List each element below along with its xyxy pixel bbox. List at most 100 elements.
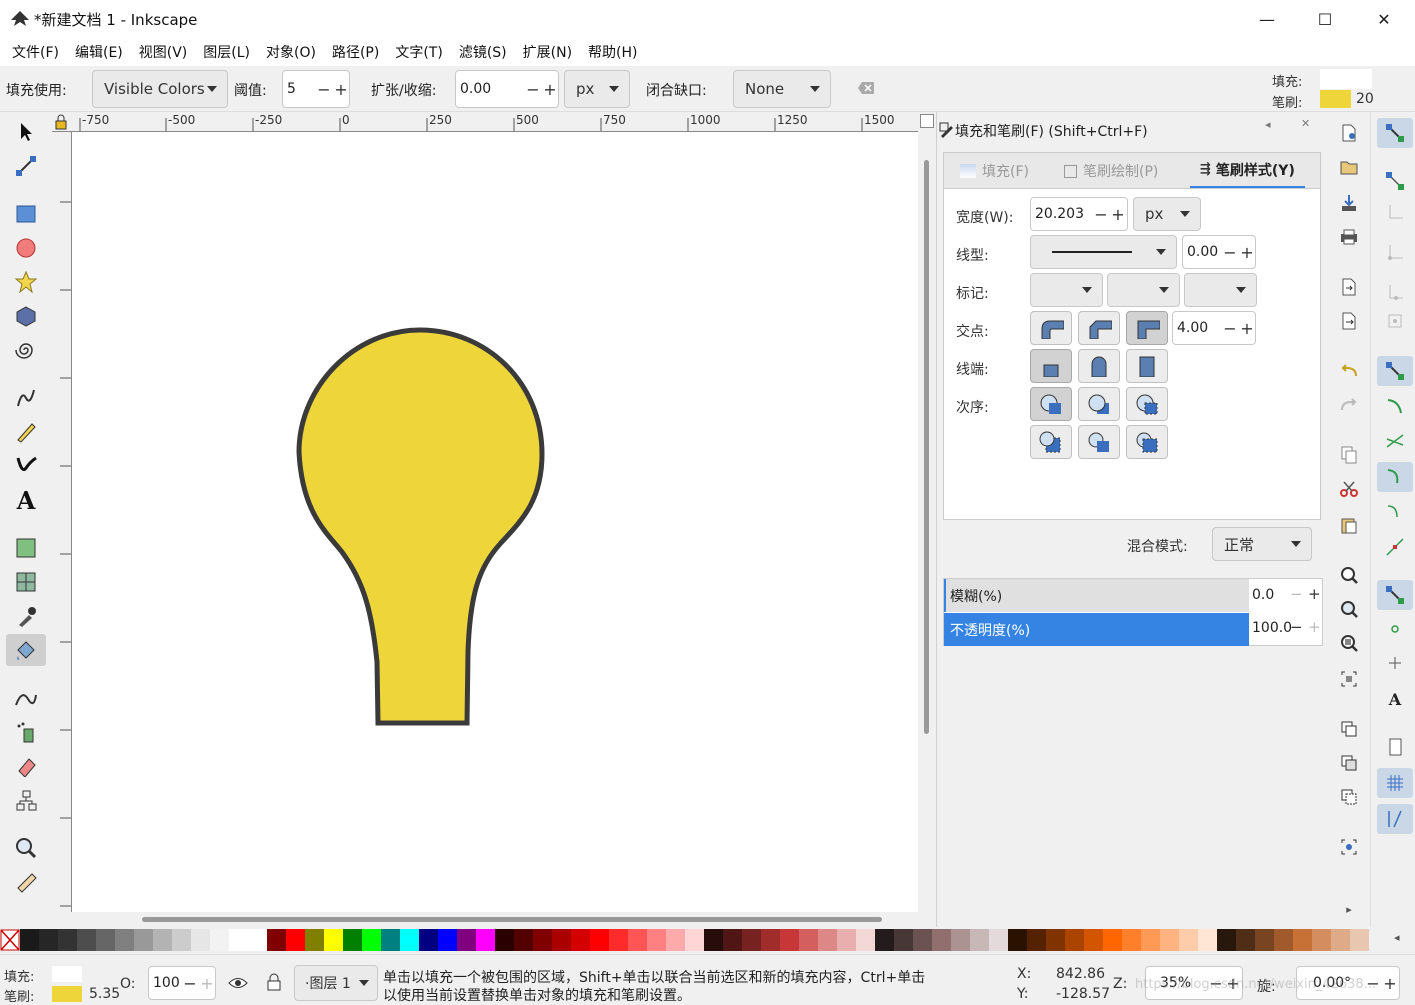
menu-path[interactable]: 路径(P) bbox=[324, 42, 387, 62]
palette-swatch[interactable] bbox=[647, 929, 666, 951]
miter-limit-spinner[interactable]: 4.00 − + bbox=[1172, 311, 1256, 345]
palette-swatch[interactable] bbox=[1084, 929, 1103, 951]
new-document-icon[interactable] bbox=[1338, 122, 1360, 144]
palette-swatch[interactable] bbox=[343, 929, 362, 951]
3d-box-tool-icon[interactable] bbox=[6, 300, 46, 332]
zoom-page-width-icon[interactable] bbox=[1338, 668, 1360, 690]
palette-swatch[interactable] bbox=[77, 929, 96, 951]
dialog-close-icon[interactable]: ✕ bbox=[1301, 117, 1310, 130]
pen-tool-icon[interactable] bbox=[6, 416, 46, 448]
palette-swatch[interactable] bbox=[989, 929, 1008, 951]
grow-spinner[interactable]: 0.00 − + bbox=[455, 70, 559, 108]
star-tool-icon[interactable] bbox=[6, 266, 46, 298]
open-folder-icon[interactable] bbox=[1338, 156, 1360, 178]
threshold-spinner[interactable]: 5 − + bbox=[282, 70, 350, 108]
snap-cusp-nodes-icon[interactable] bbox=[1377, 462, 1413, 492]
palette-swatch[interactable] bbox=[514, 929, 533, 951]
palette-swatch[interactable] bbox=[229, 929, 248, 951]
palette-swatch[interactable] bbox=[96, 929, 115, 951]
palette-swatch[interactable] bbox=[1046, 929, 1065, 951]
vertical-scrollbar[interactable] bbox=[918, 132, 936, 912]
palette-swatch[interactable] bbox=[1293, 929, 1312, 951]
start-marker-select[interactable] bbox=[1030, 273, 1103, 307]
palette-swatch[interactable] bbox=[856, 929, 875, 951]
eraser-tool-icon[interactable] bbox=[6, 750, 46, 782]
palette-swatch[interactable] bbox=[780, 929, 799, 951]
tweak-tool-icon[interactable] bbox=[6, 682, 46, 714]
undo-icon[interactable] bbox=[1338, 360, 1360, 382]
clone-icon[interactable] bbox=[1338, 752, 1360, 774]
measure-tool-icon[interactable] bbox=[6, 866, 46, 898]
palette-swatch[interactable] bbox=[172, 929, 191, 951]
palette-swatch[interactable] bbox=[1027, 929, 1046, 951]
palette-swatch[interactable] bbox=[153, 929, 172, 951]
palette-swatch[interactable] bbox=[1179, 929, 1198, 951]
horizontal-scroll-thumb[interactable] bbox=[142, 917, 882, 922]
palette-swatch[interactable] bbox=[628, 929, 647, 951]
palette-swatch[interactable] bbox=[704, 929, 723, 951]
ellipse-tool-icon[interactable] bbox=[6, 232, 46, 264]
bulb-drawing[interactable] bbox=[72, 132, 918, 912]
palette-swatch[interactable] bbox=[742, 929, 761, 951]
dialog-iconify-icon[interactable]: ◂ bbox=[1265, 118, 1271, 131]
palette-swatch[interactable] bbox=[58, 929, 77, 951]
palette-swatch[interactable] bbox=[1008, 929, 1027, 951]
cut-icon[interactable] bbox=[1338, 478, 1360, 500]
paint-order-1-button[interactable] bbox=[1030, 387, 1072, 421]
zoom-page-icon[interactable] bbox=[1338, 632, 1360, 654]
palette-swatch[interactable] bbox=[191, 929, 210, 951]
gradient-tool-icon[interactable] bbox=[6, 532, 46, 564]
menu-text[interactable]: 文字(T) bbox=[387, 42, 450, 62]
blend-mode-select[interactable]: 正常 bbox=[1212, 527, 1312, 561]
snap-bbox-center-icon[interactable] bbox=[1377, 306, 1413, 336]
vertical-scroll-thumb[interactable] bbox=[924, 160, 929, 734]
snap-line-midpoints-icon[interactable] bbox=[1377, 532, 1413, 562]
blur-slider[interactable]: 模糊(%) bbox=[944, 579, 1249, 612]
palette-swatch[interactable] bbox=[533, 929, 552, 951]
paint-order-5-button[interactable] bbox=[1078, 425, 1120, 459]
plus-icon[interactable]: + bbox=[199, 967, 215, 999]
join-miter-button[interactable] bbox=[1126, 311, 1168, 345]
status-fill-swatch[interactable] bbox=[52, 966, 82, 982]
palette-menu-icon[interactable]: ◂ bbox=[1394, 931, 1400, 944]
export-icon[interactable] bbox=[1338, 310, 1360, 332]
snap-object-midpoints-icon[interactable] bbox=[1377, 614, 1413, 644]
snap-bbox-midpoint-icon[interactable] bbox=[1377, 278, 1413, 308]
cap-round-button[interactable] bbox=[1078, 349, 1120, 383]
close-gaps-select[interactable]: None bbox=[733, 70, 831, 108]
text-tool-icon[interactable]: A bbox=[6, 484, 46, 516]
palette-swatch[interactable] bbox=[609, 929, 628, 951]
palette-swatch[interactable] bbox=[1236, 929, 1255, 951]
eye-icon[interactable] bbox=[228, 975, 248, 991]
menu-view[interactable]: 视图(V) bbox=[131, 42, 196, 62]
palette-swatch[interactable] bbox=[362, 929, 381, 951]
palette-swatch[interactable] bbox=[1065, 929, 1084, 951]
palette-swatch[interactable] bbox=[495, 929, 514, 951]
palette-swatch[interactable] bbox=[1331, 929, 1350, 951]
dash-pattern-select[interactable] bbox=[1030, 235, 1177, 269]
snap-intersections-icon[interactable] bbox=[1377, 426, 1413, 456]
minus-icon[interactable]: − bbox=[316, 71, 332, 107]
close-button[interactable]: ✕ bbox=[1355, 0, 1413, 38]
redo-icon[interactable] bbox=[1338, 394, 1360, 416]
horizontal-scrollbar[interactable] bbox=[72, 912, 918, 928]
snap-grids-icon[interactable] bbox=[1377, 768, 1413, 798]
plus-icon[interactable]: + bbox=[1382, 967, 1398, 999]
copy-icon[interactable] bbox=[1338, 444, 1360, 466]
dropper-tool-icon[interactable] bbox=[6, 600, 46, 632]
palette-swatch[interactable] bbox=[1198, 929, 1217, 951]
paint-order-3-button[interactable] bbox=[1126, 387, 1168, 421]
palette-swatch[interactable] bbox=[818, 929, 837, 951]
palette-swatch[interactable] bbox=[286, 929, 305, 951]
opacity-slider[interactable]: 不透明度(%) bbox=[944, 613, 1249, 646]
join-bevel-button[interactable] bbox=[1078, 311, 1120, 345]
paste-icon[interactable] bbox=[1338, 514, 1360, 536]
snap-guides-icon[interactable] bbox=[1377, 804, 1413, 834]
palette-swatch[interactable] bbox=[1274, 929, 1293, 951]
unit-select[interactable]: px bbox=[564, 70, 630, 108]
width-spinner[interactable]: 20.203 − + bbox=[1030, 197, 1128, 231]
snap-paths-icon[interactable] bbox=[1377, 392, 1413, 422]
palette-swatch[interactable] bbox=[115, 929, 134, 951]
paint-order-2-button[interactable] bbox=[1078, 387, 1120, 421]
palette-swatch[interactable] bbox=[970, 929, 989, 951]
